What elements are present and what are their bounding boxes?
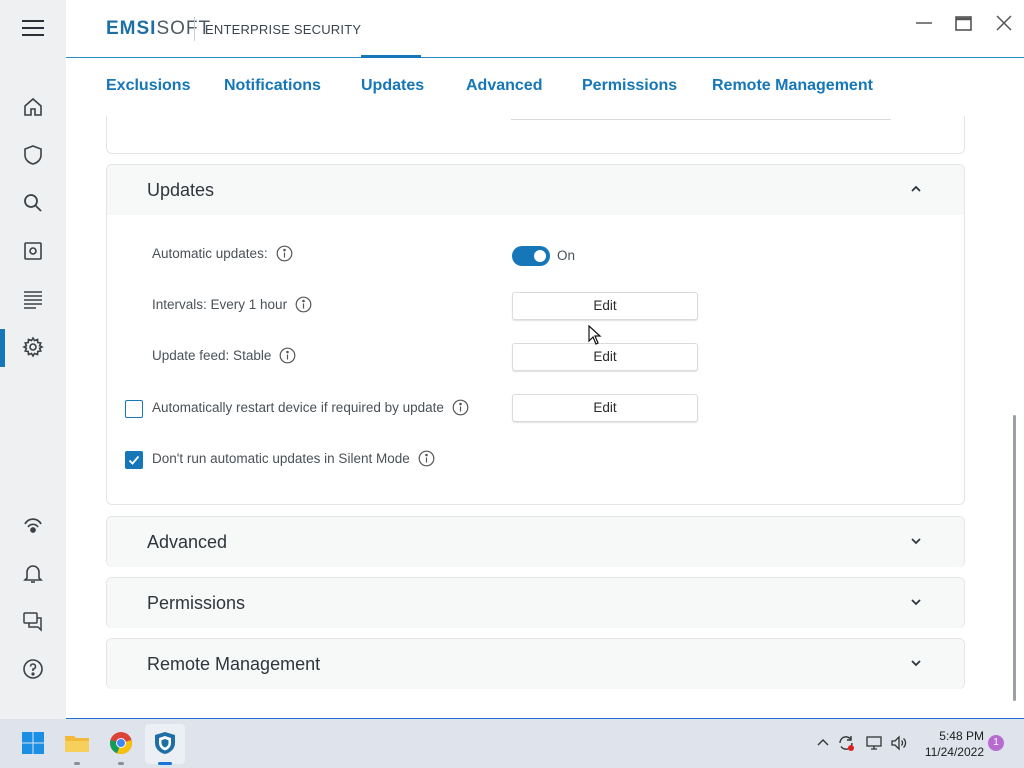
title-bar: EMSISOFT ENTERPRISE SECURITY — [66, 0, 1024, 58]
previous-panel-field — [511, 116, 891, 120]
active-tab-underline — [361, 55, 421, 58]
permissions-panel-title: Permissions — [147, 593, 246, 613]
close-icon[interactable] — [991, 10, 1017, 36]
home-icon[interactable] — [21, 95, 45, 119]
previous-panel-bottom — [106, 116, 965, 154]
logo-divider — [194, 17, 195, 41]
notification-count-badge[interactable]: 1 — [988, 735, 1004, 751]
help-icon[interactable] — [21, 657, 45, 681]
tab-updates[interactable]: Updates — [361, 77, 424, 95]
automatic-updates-state: On — [557, 248, 576, 263]
update-feed-label: Update feed: Stable — [152, 348, 272, 363]
logs-icon[interactable] — [21, 287, 45, 311]
windows-start-icon[interactable] — [18, 728, 48, 758]
silent-mode-label[interactable]: Don't run automatic updates in Silent Mo… — [152, 451, 410, 466]
silent-mode-checkbox[interactable] — [125, 451, 143, 469]
permissions-panel-header[interactable]: Permissions — [107, 578, 964, 628]
emsisoft-logo: EMSISOFT — [106, 18, 211, 40]
tab-advanced[interactable]: Advanced — [466, 77, 542, 95]
taskbar-indicator — [118, 762, 124, 765]
product-name: ENTERPRISE SECURITY — [205, 22, 362, 37]
logo-text-a: EMSI — [106, 18, 157, 39]
automatic-updates-label: Automatic updates: — [152, 246, 268, 261]
automatic-updates-row: Automatic updates: — [152, 245, 293, 262]
checkmark-icon — [128, 455, 140, 465]
network-tray-icon[interactable] — [864, 733, 884, 753]
sync-tray-icon[interactable] — [836, 733, 856, 753]
toggle-knob — [534, 250, 546, 262]
restart-device-label[interactable]: Automatically restart device if required… — [152, 400, 444, 415]
remote-management-panel-title: Remote Management — [147, 654, 321, 674]
notifications-bell-icon[interactable] — [21, 561, 45, 585]
restart-device-row: Automatically restart device if required… — [152, 399, 469, 416]
clock-date: 11/24/2022 — [924, 745, 984, 759]
tab-permissions[interactable]: Permissions — [582, 77, 677, 95]
mouse-cursor-icon — [588, 325, 602, 345]
chevron-down-icon[interactable] — [908, 655, 924, 671]
emsisoft-shield-icon[interactable] — [150, 728, 180, 758]
info-icon[interactable] — [276, 245, 293, 262]
permissions-panel[interactable]: Permissions — [106, 577, 965, 628]
silent-mode-row: Don't run automatic updates in Silent Mo… — [152, 450, 435, 467]
minimize-icon[interactable] — [911, 10, 937, 36]
shield-icon[interactable] — [21, 143, 45, 167]
volume-tray-icon[interactable] — [889, 733, 909, 753]
info-icon[interactable] — [418, 450, 435, 467]
chevron-down-icon[interactable] — [908, 533, 924, 549]
chevron-down-icon[interactable] — [908, 594, 924, 610]
automatic-updates-toggle[interactable] — [512, 246, 550, 266]
intervals-label: Intervals: Every 1 hour — [152, 297, 288, 312]
settings-content: Updates Automatic updates: On Intervals:… — [66, 116, 1014, 718]
intervals-row: Intervals: Every 1 hour — [152, 296, 312, 313]
remote-management-panel[interactable]: Remote Management — [106, 638, 965, 689]
restart-device-checkbox[interactable] — [125, 400, 143, 418]
system-clock[interactable]: 5:48 PM 11/24/2022 — [912, 728, 984, 760]
tab-exclusions[interactable]: Exclusions — [106, 77, 190, 95]
chevron-up-icon[interactable] — [908, 181, 924, 197]
update-feed-edit-button[interactable]: Edit — [512, 343, 698, 371]
info-icon[interactable] — [452, 399, 469, 416]
quarantine-icon[interactable] — [21, 239, 45, 263]
info-icon[interactable] — [295, 296, 312, 313]
clock-time: 5:48 PM — [939, 729, 984, 743]
hamburger-menu-icon[interactable] — [21, 16, 45, 40]
chrome-icon[interactable] — [106, 728, 136, 758]
app-window: EMSISOFT ENTERPRISE SECURITY Exclusions … — [0, 0, 1024, 719]
advanced-panel-header[interactable]: Advanced — [107, 517, 964, 567]
active-nav-indicator — [0, 329, 5, 367]
chevron-up-tray-icon[interactable] — [813, 733, 833, 753]
maximize-icon[interactable] — [951, 10, 977, 36]
remote-management-panel-header[interactable]: Remote Management — [107, 639, 964, 689]
taskbar-active-indicator — [158, 762, 172, 765]
tab-notifications[interactable]: Notifications — [224, 77, 321, 95]
updates-panel-header[interactable]: Updates — [107, 165, 964, 215]
chat-support-icon[interactable] — [21, 609, 45, 633]
update-feed-row: Update feed: Stable — [152, 347, 296, 364]
tab-remote-management[interactable]: Remote Management — [712, 77, 873, 95]
intervals-edit-button[interactable]: Edit — [512, 292, 698, 320]
file-explorer-icon[interactable] — [62, 728, 92, 758]
advanced-panel[interactable]: Advanced — [106, 516, 965, 567]
settings-tabs: Exclusions Notifications Updates Advance… — [66, 58, 1024, 116]
search-icon[interactable] — [21, 191, 45, 215]
advanced-panel-title: Advanced — [147, 532, 228, 552]
left-nav-rail — [0, 0, 66, 719]
settings-gear-icon[interactable] — [21, 335, 45, 359]
taskbar: 5:48 PM 11/24/2022 1 — [0, 719, 1024, 768]
updates-panel-title: Updates — [147, 180, 215, 200]
updates-panel: Updates Automatic updates: On Intervals:… — [106, 164, 965, 505]
restart-device-edit-button[interactable]: Edit — [512, 394, 698, 422]
content-scrollbar[interactable] — [1013, 415, 1016, 701]
taskbar-indicator — [74, 762, 80, 765]
connection-status-icon[interactable] — [21, 513, 45, 537]
info-icon[interactable] — [279, 347, 296, 364]
logo-text-b: SOFT — [156, 18, 212, 39]
